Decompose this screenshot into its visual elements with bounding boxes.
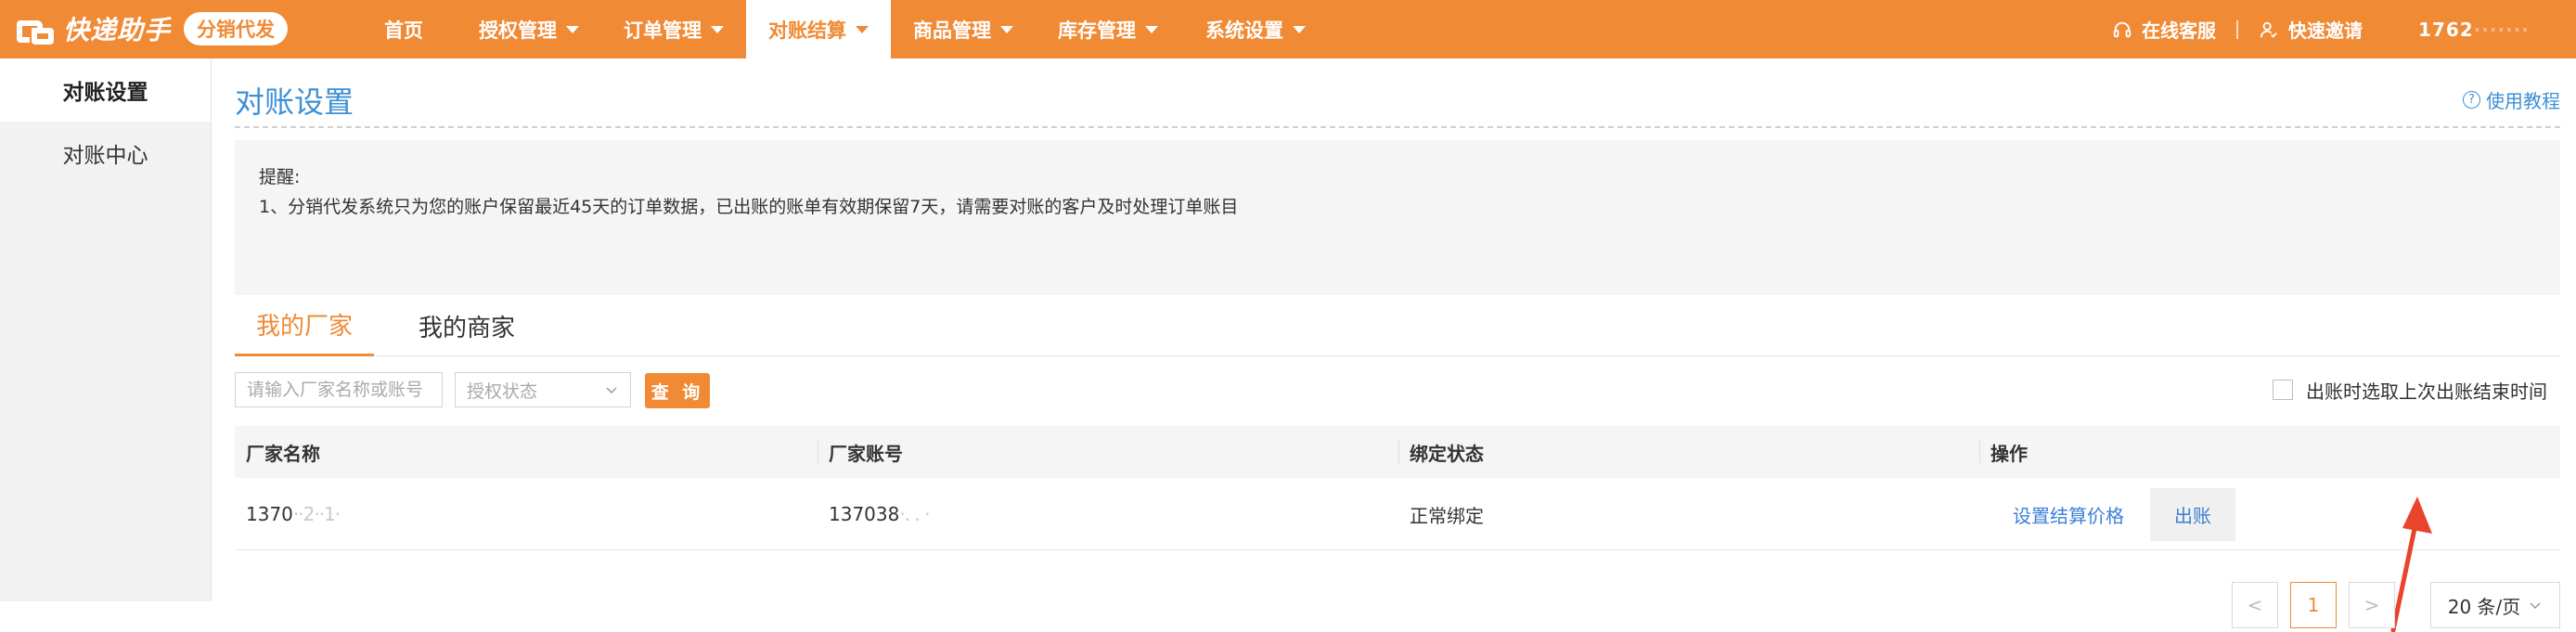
online-service-link[interactable]: 在线客服 <box>2112 16 2216 43</box>
nav-system-settings-label: 系统设置 <box>1205 19 1283 42</box>
account-phone[interactable]: 1762 ······· <box>2418 19 2576 41</box>
notice-box: 提醒: 1、分销代发系统只为您的账户保留最近45天的订单数据，已出账的账单有效期… <box>235 140 2560 295</box>
sidebar-item-label: 对账中心 <box>62 144 148 168</box>
cell-factory-account: 137038 ·. . · <box>818 478 1398 550</box>
sidebar: 对账设置 对账中心 <box>0 58 212 601</box>
logo[interactable]: 快递助手 分销代发 <box>17 12 289 45</box>
title-divider <box>235 126 2560 128</box>
caret-down-icon <box>711 25 724 33</box>
caret-down-icon <box>856 25 869 33</box>
logo-icon <box>17 13 54 45</box>
auth-status-placeholder: 授权状态 <box>467 380 538 402</box>
query-button[interactable]: 查 询 <box>645 373 710 408</box>
factory-name-masked: ··2··1· <box>292 503 341 525</box>
page-title: 对账设置 <box>235 84 354 120</box>
nav-inventory-label: 库存管理 <box>1058 19 1136 42</box>
user-invite-icon <box>2260 21 2277 38</box>
caret-down-icon <box>566 25 579 33</box>
chevron-down-icon <box>606 387 617 394</box>
notice-heading: 提醒: <box>259 167 301 187</box>
sidebar-item-reconcile-center[interactable]: 对账中心 <box>0 122 211 185</box>
quick-invite-label: 快速邀请 <box>2288 19 2363 42</box>
account-phone-masked: ······· <box>2473 18 2530 41</box>
factory-account-visible: 137038 <box>829 503 900 525</box>
factory-search-input[interactable] <box>235 372 443 407</box>
main-nav: 首页 授权管理 订单管理 对账结算 商品管理 库存管理 系统设置 <box>351 0 1331 58</box>
caret-down-icon <box>1293 25 1306 33</box>
online-service-label: 在线客服 <box>2142 19 2216 42</box>
factory-table: 厂家名称 厂家账号 绑定状态 操作 1370 ··2··1· 137038 ·.… <box>235 426 2560 550</box>
tutorial-link-label: 使用教程 <box>2486 90 2560 112</box>
column-header-bind-status: 绑定状态 <box>1398 426 1979 478</box>
issue-bill-button[interactable]: 出账 <box>2150 487 2235 541</box>
cell-operations: 设置结算价格 出账 <box>1979 478 2560 550</box>
headset-icon <box>2113 21 2132 37</box>
nav-authorization-label: 授权管理 <box>479 19 557 42</box>
page-size-label: 20 条/页 <box>2447 595 2521 618</box>
last-bill-end-label: 出账时选取上次出账结束时间 <box>2306 380 2547 403</box>
tutorial-link[interactable]: ? 使用教程 <box>2463 86 2560 113</box>
cell-bind-status: 正常绑定 <box>1410 504 1484 527</box>
caret-down-icon <box>1000 25 1013 33</box>
factory-account-masked: ·. . · <box>899 503 930 525</box>
nav-products[interactable]: 商品管理 <box>891 0 1036 58</box>
nav-system-settings[interactable]: 系统设置 <box>1180 0 1331 58</box>
nav-products-label: 商品管理 <box>913 19 991 42</box>
tab-my-merchants[interactable]: 我的商家 <box>374 295 560 356</box>
prev-page-button[interactable]: < <box>2232 582 2278 628</box>
nav-settlement[interactable]: 对账结算 <box>746 0 891 58</box>
main-content: 对账设置 ? 使用教程 提醒: 1、分销代发系统只为您的账户保留最近45天的订单… <box>235 58 2560 632</box>
nav-settlement-label: 对账结算 <box>768 19 846 42</box>
column-header-factory-name: 厂家名称 <box>246 442 320 465</box>
top-right-actions: 在线客服 快速邀请 1762 ······· <box>2112 0 2576 58</box>
tab-my-factories[interactable]: 我的厂家 <box>235 295 374 356</box>
next-page-button[interactable]: > <box>2349 582 2395 628</box>
divider <box>2236 19 2238 39</box>
product-badge: 分销代发 <box>184 12 289 45</box>
pagination: < 1 > 20 条/页 <box>2220 582 2560 628</box>
tab-bar: 我的厂家 我的商家 <box>235 295 2560 356</box>
nav-authorization[interactable]: 授权管理 <box>457 0 601 58</box>
page-number-button[interactable]: 1 <box>2290 582 2337 628</box>
quick-invite-link[interactable]: 快速邀请 <box>2259 16 2363 43</box>
filter-bar: 授权状态 查 询 出账时选取上次出账结束时间 <box>235 372 2560 409</box>
nav-home-label: 首页 <box>384 19 423 42</box>
column-header-factory-account: 厂家账号 <box>818 426 1398 478</box>
caret-down-icon <box>1145 25 1158 33</box>
factory-name-visible: 1370 <box>246 503 293 525</box>
notice-text: 1、分销代发系统只为您的账户保留最近45天的订单数据，已出账的账单有效期保留7天… <box>259 197 1239 217</box>
auth-status-select[interactable]: 授权状态 <box>455 372 631 407</box>
account-phone-visible: 1762 <box>2418 18 2474 41</box>
top-navigation-bar: 快递助手 分销代发 首页 授权管理 订单管理 对账结算 商品管理 库存管理 系统… <box>0 0 2576 58</box>
sidebar-item-reconcile-settings[interactable]: 对账设置 <box>0 58 211 122</box>
nav-home[interactable]: 首页 <box>351 0 457 58</box>
column-header-operation: 操作 <box>1979 426 2560 478</box>
last-bill-end-checkbox[interactable] <box>2273 380 2293 400</box>
table-header: 厂家名称 厂家账号 绑定状态 操作 <box>235 426 2560 478</box>
tab-label: 我的商家 <box>418 314 515 342</box>
sidebar-item-label: 对账设置 <box>62 81 148 105</box>
set-settlement-price-link[interactable]: 设置结算价格 <box>2013 501 2124 528</box>
chevron-down-icon <box>2530 602 2541 610</box>
nav-orders[interactable]: 订单管理 <box>601 0 746 58</box>
logo-text: 快递助手 <box>63 15 172 45</box>
table-row: 1370 ··2··1· 137038 ·. . · 正常绑定 设置结算价格 出… <box>235 478 2560 550</box>
nav-inventory[interactable]: 库存管理 <box>1036 0 1180 58</box>
cell-factory-name: 1370 ··2··1· <box>235 478 818 550</box>
help-circle-icon: ? <box>2463 91 2480 109</box>
tab-label: 我的厂家 <box>255 313 353 341</box>
page-size-select[interactable]: 20 条/页 <box>2430 582 2560 628</box>
nav-orders-label: 订单管理 <box>624 19 702 42</box>
last-bill-end-option: 出账时选取上次出账结束时间 <box>2273 372 2547 407</box>
